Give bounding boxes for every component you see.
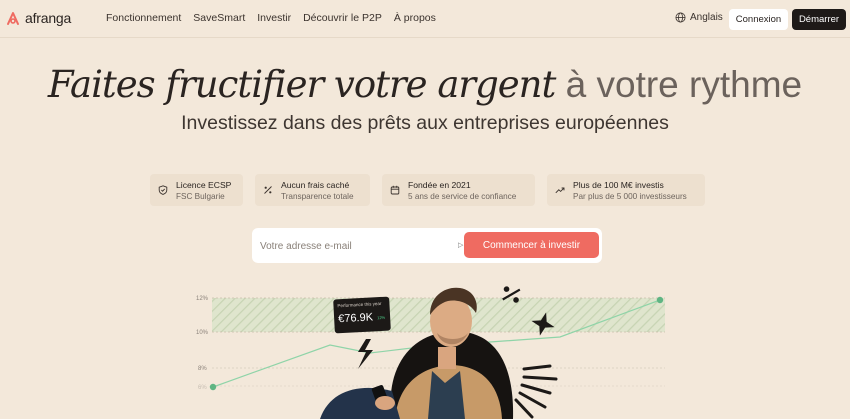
feature-title: Plus de 100 M€ investis <box>573 179 664 190</box>
feature-title: Fondée en 2021 <box>408 179 471 190</box>
line-end-dot <box>656 296 664 304</box>
feature-card-founded: Fondée en 2021 5 ans de service de confi… <box>382 174 535 206</box>
feature-subtitle: Par plus de 5 000 investisseurs <box>573 191 687 201</box>
feature-card-fees: Aucun frais caché Transparence totale <box>255 174 370 206</box>
nav-item-decouvrir-p2p[interactable]: Découvrir le P2P <box>303 12 382 24</box>
line-start-dot <box>209 383 217 391</box>
feature-subtitle: 5 ans de service de confiance <box>408 191 517 201</box>
y-tick-label: 12% <box>196 296 209 302</box>
start-button[interactable]: Démarrer <box>792 9 846 30</box>
nav-item-a-propos[interactable]: À propos <box>394 12 436 24</box>
lightning-doodle-icon <box>358 339 373 369</box>
calendar-icon <box>390 185 400 195</box>
hero-title: Faites fructifier votre argent à votre r… <box>0 62 850 108</box>
logo-text: afranga <box>25 10 72 26</box>
performance-card: Performance this year €76.9K 12% <box>333 296 391 334</box>
y-tick-label: 6% <box>198 385 207 391</box>
feature-subtitle: Transparence totale <box>281 191 354 201</box>
email-input[interactable] <box>260 235 456 257</box>
performance-label: Performance this year <box>337 300 382 309</box>
hero-illustration: 12% 10% 8% 6% <box>196 286 665 419</box>
shield-icon <box>158 185 168 195</box>
feature-subtitle: FSC Bulgarie <box>176 191 225 201</box>
afranga-logo-icon <box>7 12 19 25</box>
globe-icon <box>675 12 686 23</box>
hero-subtitle: Investissez dans des prêts aux entrepris… <box>181 112 669 134</box>
feature-card-invested: Plus de 100 M€ investis Par plus de 5 00… <box>547 174 705 206</box>
logo[interactable]: afranga <box>5 10 71 26</box>
performance-badge: 12% <box>377 314 386 321</box>
hero-title-plain: à votre rythme <box>565 64 803 105</box>
hero-title-italic: Faites fructifier votre argent <box>47 63 556 106</box>
cursor-marker-icon: ▷ <box>458 242 464 249</box>
language-switcher[interactable]: Anglais <box>675 12 723 23</box>
start-investing-button[interactable]: Commencer à investir <box>464 232 599 258</box>
nav-item-savesmart[interactable]: SaveSmart <box>193 12 245 24</box>
performance-value: €76.9K <box>337 311 374 326</box>
language-label: Anglais <box>690 12 723 23</box>
nav-item-fonctionnement[interactable]: Fonctionnement <box>106 12 181 24</box>
trend-up-icon <box>555 187 565 194</box>
y-tick-label: 10% <box>196 330 209 336</box>
login-button[interactable]: Connexion <box>729 9 788 30</box>
percent-icon <box>264 186 272 194</box>
site-header: afranga Fonctionnement SaveSmart Investi… <box>0 0 850 38</box>
y-tick-label: 8% <box>198 366 207 372</box>
main-nav: Fonctionnement SaveSmart Investir Découv… <box>106 12 436 24</box>
burst-doodle-icon <box>514 364 558 419</box>
nav-item-investir[interactable]: Investir <box>257 12 291 24</box>
feature-title: Licence ECSP <box>176 179 232 190</box>
signup-form: Commencer à investir <box>252 228 602 263</box>
feature-title: Aucun frais caché <box>281 179 350 190</box>
feature-card-license: Licence ECSP FSC Bulgarie <box>150 174 243 206</box>
